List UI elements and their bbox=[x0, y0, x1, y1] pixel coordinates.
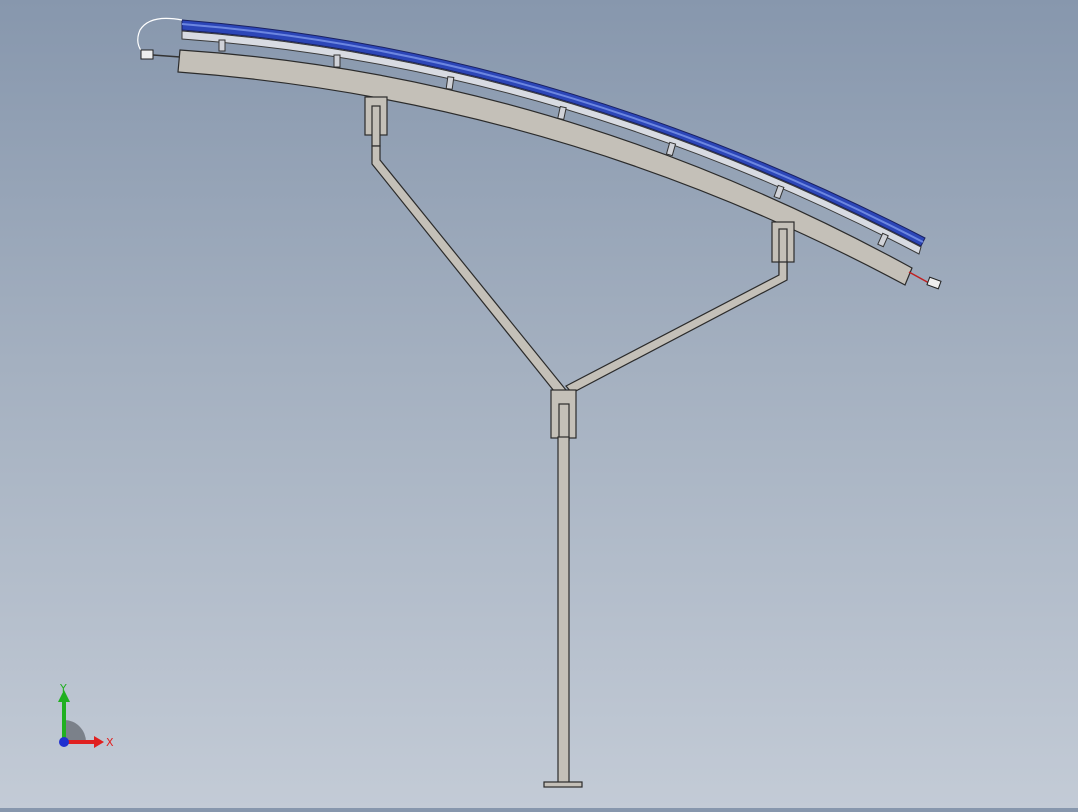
x-axis-label: X bbox=[106, 736, 114, 749]
left-bracket[interactable] bbox=[364, 96, 388, 147]
right-strut[interactable] bbox=[565, 261, 788, 394]
left-strut[interactable] bbox=[371, 145, 567, 397]
z-axis-dot bbox=[59, 737, 69, 747]
coordinate-triad: Y X bbox=[58, 682, 114, 749]
base-plate[interactable] bbox=[543, 781, 583, 788]
canopy-model[interactable] bbox=[0, 0, 1078, 808]
left-cable bbox=[137, 17, 183, 55]
right-cable bbox=[908, 271, 930, 284]
curved-beam[interactable] bbox=[177, 49, 913, 286]
3d-viewport[interactable]: Y X bbox=[0, 0, 1078, 808]
main-column[interactable] bbox=[557, 436, 570, 784]
right-connector bbox=[926, 276, 942, 290]
column-bracket[interactable] bbox=[550, 389, 577, 441]
y-axis-label: Y bbox=[59, 682, 67, 695]
left-connector bbox=[140, 49, 154, 60]
x-axis-head bbox=[94, 736, 104, 748]
